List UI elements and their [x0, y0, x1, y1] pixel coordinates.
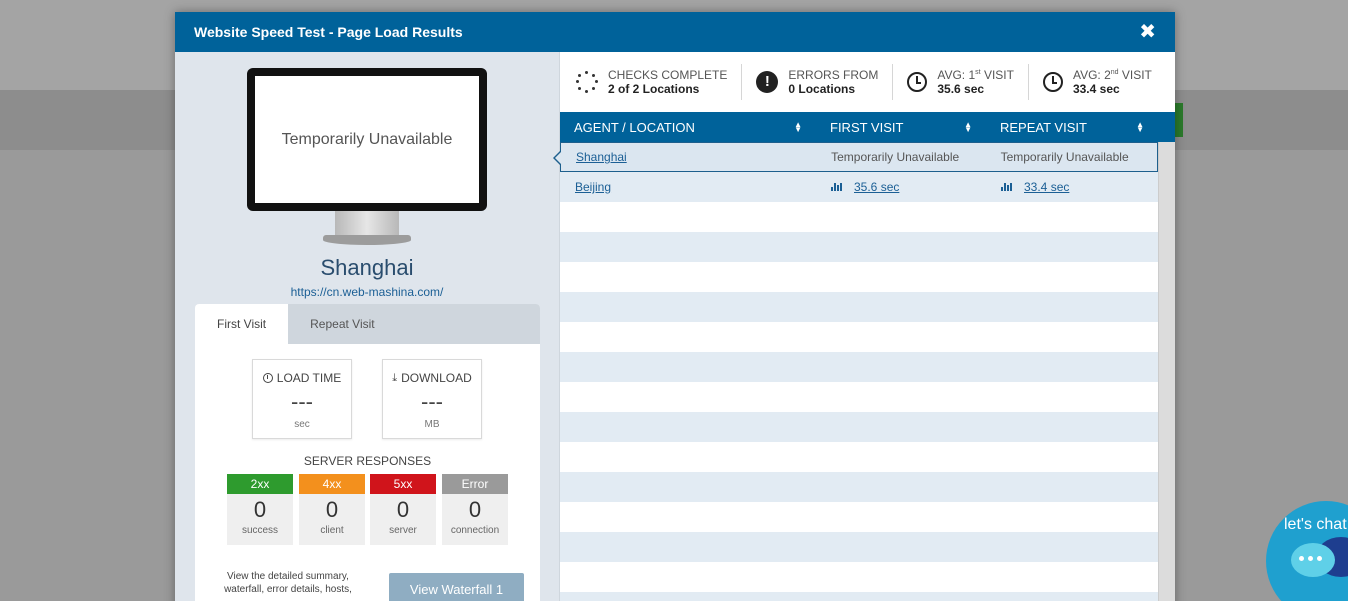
download-value: --- [421, 389, 443, 414]
modal-title: Website Speed Test - Page Load Results [194, 24, 463, 40]
avg-first-value: 35.6 sec [937, 82, 985, 96]
errors-label: ERRORS FROM [788, 68, 879, 82]
bar-chart-icon [831, 183, 842, 191]
download-unit: MB [424, 419, 440, 430]
table-scrollbar[interactable] [1158, 142, 1175, 601]
avg-first-suffix: VISIT [980, 68, 1014, 82]
response-code: 2xx [227, 474, 293, 494]
chat-label: let's chat [1284, 516, 1347, 533]
avg-repeat-suffix: VISIT [1118, 68, 1152, 82]
table-body: Shanghai Temporarily Unavailable Tempora… [553, 142, 1158, 601]
chat-dots-icon [1299, 556, 1322, 561]
first-visit-link[interactable]: 35.6 sec [854, 180, 899, 194]
checks-complete: CHECKS COMPLETE 2 of 2 Locations [572, 64, 743, 100]
sort-icon: ▲ ▼ [964, 120, 972, 134]
response-label: success [241, 525, 279, 536]
response-code: Error [442, 474, 508, 494]
location-link[interactable]: Shanghai [576, 150, 627, 164]
checks-value: 2 of 2 Locations [608, 82, 700, 96]
sort-icon: ▲ ▼ [1136, 120, 1144, 134]
monitor-frame: Temporarily Unavailable [247, 68, 487, 211]
monitor-preview: Temporarily Unavailable [247, 68, 487, 248]
column-first-visit-label: FIRST VISIT [830, 119, 904, 135]
location-detail-panel: Temporarily Unavailable Shanghai https:/… [175, 52, 559, 601]
tab-first-visit[interactable]: First Visit [195, 304, 289, 344]
sort-icon: ▲ ▼ [794, 120, 802, 134]
response-2xx: 2xx 0 success [227, 474, 293, 545]
load-time-unit: sec [294, 419, 310, 430]
server-responses-title: SERVER RESPONSES [303, 454, 432, 468]
avg-repeat-label: AVG: 2 [1072, 68, 1111, 82]
response-count: 0 [468, 497, 482, 522]
response-count: 0 [325, 497, 339, 522]
close-icon[interactable]: ✖ [1139, 22, 1156, 42]
errors-from: ! ERRORS FROM 0 Locations [742, 64, 894, 100]
results-modal: Website Speed Test - Page Load Results ✖… [175, 12, 1175, 601]
column-location-label: AGENT / LOCATION [574, 119, 695, 135]
response-label: connection [450, 525, 500, 536]
response-code: 5xx [370, 474, 436, 494]
clock-icon [907, 72, 928, 92]
tab-repeat-visit[interactable]: Repeat Visit [288, 304, 396, 344]
load-time-card: LOAD TIME --- sec [252, 359, 352, 439]
repeat-visit-cell: Temporarily Unavailable [1000, 150, 1129, 164]
errors-value: 0 Locations [788, 82, 856, 96]
table-row[interactable]: Shanghai Temporarily Unavailable Tempora… [553, 142, 1158, 172]
bar-chart-icon [1001, 183, 1012, 191]
background-button-edge [1175, 103, 1183, 137]
first-visit-cell: Temporarily Unavailable [831, 150, 960, 164]
column-location[interactable]: AGENT / LOCATION ▲ ▼ [560, 112, 816, 142]
details-description: View the detailed summary, waterfall, er… [224, 571, 352, 595]
response-5xx: 5xx 0 server [370, 474, 436, 545]
avg-first-label: AVG: 1 [937, 68, 976, 82]
screenshot-placeholder: Temporarily Unavailable [255, 76, 479, 203]
avg-repeat-ordinal: nd [1110, 69, 1119, 76]
repeat-visit-link[interactable]: 33.4 sec [1024, 180, 1069, 194]
clock-icon [1042, 72, 1063, 92]
results-table: AGENT / LOCATION ▲ ▼ FIRST VISIT ▲ ▼ REPEAT … [553, 112, 1175, 601]
load-time-value: --- [291, 389, 313, 414]
location-name: Shanghai [320, 255, 414, 280]
response-4xx: 4xx 0 client [299, 474, 365, 545]
avg-first-visit: AVG: 1st VISIT 35.6 sec [893, 64, 1029, 100]
download-icon: ⤓ [392, 371, 398, 384]
response-count: 0 [253, 497, 267, 522]
table-header: AGENT / LOCATION ▲ ▼ FIRST VISIT ▲ ▼ REPEAT … [560, 112, 1175, 142]
response-code: 4xx [299, 474, 365, 494]
download-card: ⤓ DOWNLOAD --- MB [382, 359, 482, 439]
visit-tabs-panel: First Visit Repeat Visit LOAD TIME --- s… [195, 304, 540, 601]
column-repeat-visit[interactable]: REPEAT VISIT ▲ ▼ [986, 112, 1158, 142]
visit-tabs: First Visit Repeat Visit [195, 304, 540, 344]
selection-pointer-icon [553, 150, 562, 166]
download-label: DOWNLOAD [401, 371, 472, 385]
results-panel: CHECKS COMPLETE 2 of 2 Locations ! ERROR… [553, 52, 1175, 601]
checks-label: CHECKS COMPLETE [608, 68, 728, 82]
response-count: 0 [396, 497, 410, 522]
response-label: server [389, 525, 417, 536]
avg-repeat-value: 33.4 sec [1072, 82, 1120, 96]
response-error: Error 0 connection [442, 474, 508, 545]
clock-icon [262, 373, 273, 383]
loading-spinner-icon [576, 71, 598, 93]
response-label: client [320, 525, 344, 536]
tested-url[interactable]: https://cn.web-mashina.com/ [175, 285, 559, 299]
location-link[interactable]: Beijing [575, 180, 611, 194]
table-row[interactable]: Beijing 35.6 sec 33.4 sec [560, 172, 1158, 202]
load-time-label: LOAD TIME [276, 371, 342, 385]
modal-header: Website Speed Test - Page Load Results ✖ [175, 12, 1175, 52]
column-first-visit[interactable]: FIRST VISIT ▲ ▼ [816, 112, 986, 142]
view-waterfall-button[interactable]: View Waterfall 1 [389, 573, 524, 601]
avg-repeat-visit: AVG: 2nd VISIT 33.4 sec [1029, 64, 1166, 100]
monitor-base [323, 235, 411, 245]
column-repeat-visit-label: REPEAT VISIT [1000, 119, 1087, 135]
monitor-stand [335, 211, 399, 237]
summary-bar: CHECKS COMPLETE 2 of 2 Locations ! ERROR… [560, 52, 1175, 112]
exclamation-icon: ! [756, 71, 779, 93]
